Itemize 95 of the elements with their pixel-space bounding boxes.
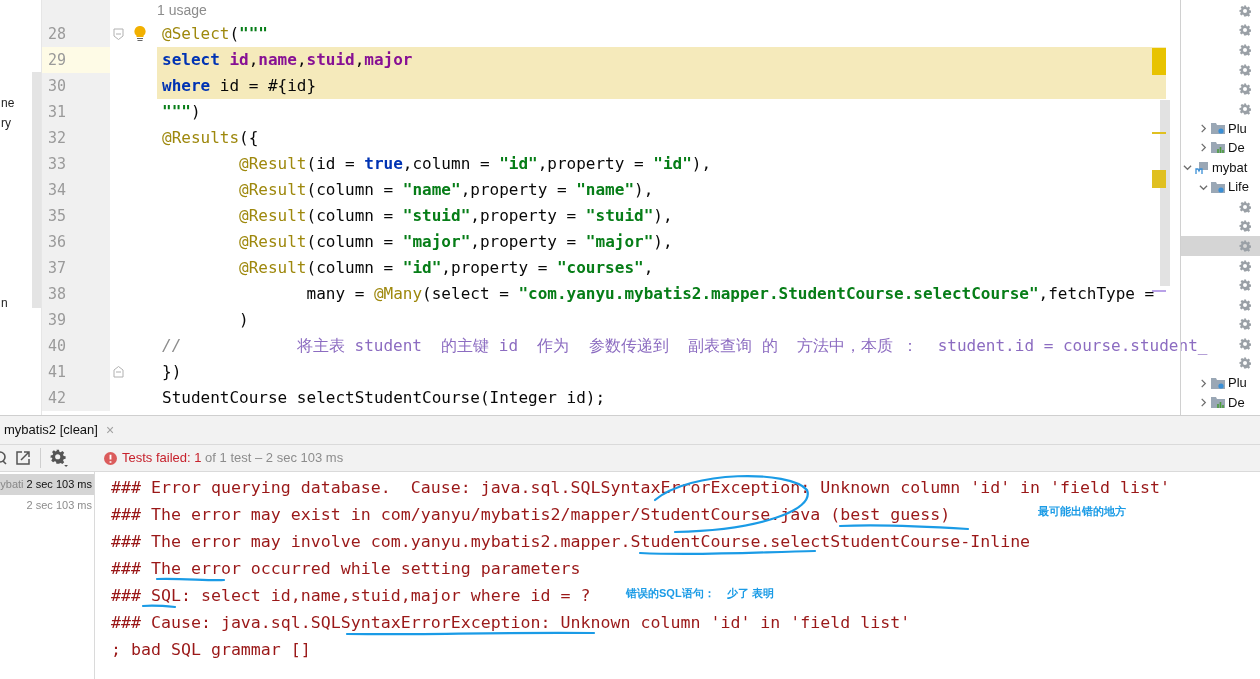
lightbulb-icon[interactable] <box>134 26 146 42</box>
panel-text: ry <box>1 115 11 132</box>
line-number: 28 <box>42 21 110 47</box>
code-line: @Result(column = "stuid",property = "stuid"), <box>238 205 673 227</box>
chevron-down-icon[interactable] <box>1183 163 1192 173</box>
line-number: 29 <box>42 47 110 73</box>
gear-folder-icon <box>1211 180 1225 194</box>
gear-icon <box>1239 83 1251 96</box>
code-line: """) <box>162 101 201 123</box>
gear-icon <box>1239 63 1251 76</box>
chevron-down-icon[interactable] <box>1199 182 1208 192</box>
scrollbar[interactable] <box>1160 100 1170 286</box>
line-number: 34 <box>42 177 110 203</box>
code-line: StudentCourse selectStudentCourse(Integer id); <box>162 387 606 409</box>
warning-marker[interactable] <box>1152 132 1166 134</box>
gear-icon <box>1239 102 1251 115</box>
gear-icon <box>1239 357 1251 370</box>
gear-icon <box>1239 239 1251 252</box>
warning-marker[interactable] <box>1152 170 1166 188</box>
line-number: 35 <box>42 203 110 229</box>
tree-label[interactable]: De <box>1228 138 1245 158</box>
code-line: @Result(id = true,column = "id",property = "id"), <box>238 153 712 175</box>
test-name: ybati <box>0 477 24 493</box>
gear-icon <box>1239 298 1251 311</box>
panel-text: n <box>1 295 8 312</box>
ink-underline <box>155 577 226 582</box>
tree-label[interactable]: Plu <box>1228 373 1247 393</box>
code-line: select id,name,stuid,major <box>162 49 413 71</box>
tree-label[interactable]: De <box>1228 392 1245 413</box>
chart-folder-icon <box>1211 396 1225 410</box>
test-status: Tests failed: 1 of 1 test – 2 sec 103 ms <box>122 449 344 468</box>
change-marker[interactable] <box>1152 290 1166 292</box>
export-icon[interactable] <box>16 451 30 465</box>
code-line: @Result(column = "id",property = "courses", <box>238 257 654 279</box>
module-icon <box>1195 160 1209 175</box>
tree-label[interactable]: Life <box>1228 177 1249 197</box>
ink-underline <box>141 604 177 609</box>
line-number: 38 <box>42 281 110 307</box>
code-line: @Result(column = "major",property = "major"), <box>238 231 673 253</box>
line-number: 37 <box>42 255 110 281</box>
tree-item[interactable] <box>1181 236 1260 256</box>
chevron-right-icon[interactable] <box>1199 398 1208 408</box>
tree-label[interactable]: mybat <box>1212 157 1248 178</box>
console-line: ### The error occurred while setting parameters <box>111 560 581 577</box>
line-number: 40 <box>42 333 110 359</box>
line-number: 31 <box>42 99 110 125</box>
gear-icon <box>1239 220 1251 233</box>
test-time: 2 sec 103 ms <box>26 477 92 493</box>
code-line: where id = #{id} <box>162 75 317 97</box>
code-line: }) <box>162 361 182 383</box>
code-line: @Result(column = "name",property = "name"), <box>238 179 654 201</box>
warning-marker[interactable] <box>1152 48 1166 75</box>
chevron-right-icon[interactable] <box>1199 378 1208 388</box>
code-line: ) <box>238 309 249 331</box>
code-line: @Select(""" <box>162 23 268 45</box>
code-line: @Results({ <box>162 127 259 149</box>
line-number: 36 <box>42 229 110 255</box>
fold-icon[interactable] <box>112 366 124 378</box>
gear-icon <box>1239 318 1251 331</box>
gear-icon <box>1239 337 1251 350</box>
chevron-right-icon[interactable] <box>1199 143 1208 153</box>
line-number: 39 <box>42 307 110 333</box>
chevron-right-icon[interactable] <box>1199 123 1208 133</box>
code-comment: // 将主表 student 的主键 id 作为 参数传递到 副表查询 的 方法中，本质 ： student.id = course.student_ <box>162 335 1208 357</box>
chart-folder-icon <box>1211 141 1225 155</box>
gear-icon <box>1239 4 1251 17</box>
gear-icon <box>1239 24 1251 37</box>
settings-icon[interactable] <box>50 449 68 467</box>
run-tab[interactable]: mybatis2 [clean] <box>4 420 98 440</box>
test-item[interactable]: ybati 2 sec 103 ms <box>0 474 94 495</box>
handwritten-note: 错误的SQL语句： 少了 表明 <box>626 586 774 601</box>
line-number: 42 <box>42 385 110 411</box>
console-line: ; bad SQL grammar [] <box>111 641 311 658</box>
console-line: ### Cause: java.sql.SQLSyntaxErrorException: Unknown column 'id' in 'field list' <box>111 614 911 631</box>
tree-label[interactable]: Plu <box>1228 118 1247 139</box>
line-number: 32 <box>42 125 110 151</box>
handwritten-note: 最可能出错的地方 <box>1038 504 1126 519</box>
line-number: 33 <box>42 151 110 177</box>
gear-icon <box>1239 279 1251 292</box>
line-number: 41 <box>42 359 110 385</box>
gear-icon <box>1239 44 1251 56</box>
code-line: many = @Many(select = "com.yanyu.mybatis2.mapper.StudentCourse.selectCourse",fetchType = <box>305 283 1155 305</box>
error-icon <box>104 451 117 465</box>
scrollbar[interactable] <box>32 72 41 308</box>
fold-icon[interactable] <box>112 28 124 40</box>
gear-icon <box>1239 259 1251 272</box>
line-number: 30 <box>42 73 110 99</box>
gear-icon <box>1239 200 1251 213</box>
gear-folder-icon <box>1211 376 1225 390</box>
console-line: ### The error may involve com.yanyu.mybatis2.mapper.StudentCourse.selectStudentCourse-Inline <box>111 533 1031 550</box>
test-time: 2 sec 103 ms <box>26 498 92 514</box>
test-item[interactable]: 2 sec 103 ms <box>0 495 94 516</box>
gear-folder-icon <box>1211 121 1225 135</box>
panel-text: ne <box>1 95 15 112</box>
console-line: ### SQL: select id,name,stuid,major where id = ? <box>111 587 591 604</box>
